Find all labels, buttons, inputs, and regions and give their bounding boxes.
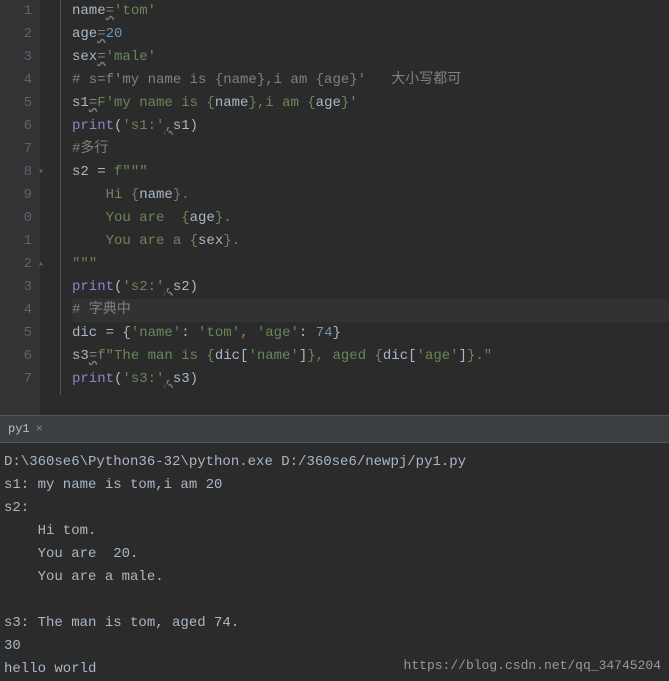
line-number: 3: [0, 46, 32, 69]
code-editor[interactable]: 12345678▾9012▴34567 name='tom'age=20sex=…: [0, 0, 669, 415]
code-line[interactable]: You are a {sex}.: [72, 230, 669, 253]
console-tab[interactable]: py1 ×: [0, 416, 51, 442]
line-number: 0: [0, 207, 32, 230]
console-output[interactable]: D:\360se6\Python36-32\python.exe D:/360s…: [0, 443, 669, 681]
line-number: 6: [0, 345, 32, 368]
line-number: 5: [0, 322, 32, 345]
console-line: Hi tom.: [4, 520, 665, 543]
watermark: https://blog.csdn.net/qq_34745204: [404, 658, 661, 673]
line-number: 7: [0, 138, 32, 161]
console-line: D:\360se6\Python36-32\python.exe D:/360s…: [4, 451, 665, 474]
console-line: You are 20.: [4, 543, 665, 566]
code-line[interactable]: print('s3:',s3): [72, 368, 669, 391]
code-line[interactable]: """: [72, 253, 669, 276]
console-line: 30: [4, 635, 665, 658]
code-line[interactable]: age=20: [72, 23, 669, 46]
code-line[interactable]: #多行: [72, 138, 669, 161]
tab-label: py1: [8, 422, 30, 436]
console-line: s2:: [4, 497, 665, 520]
code-line[interactable]: name='tom': [72, 0, 669, 23]
line-number: 4: [0, 299, 32, 322]
code-line[interactable]: s3=f"The man is {dic['name']}, aged {dic…: [72, 345, 669, 368]
line-number: 1: [0, 230, 32, 253]
code-line[interactable]: s2 = f""": [72, 161, 669, 184]
line-number: 9: [0, 184, 32, 207]
console-line: You are a male.: [4, 566, 665, 589]
line-number: 3: [0, 276, 32, 299]
line-number: 6: [0, 115, 32, 138]
code-line[interactable]: # s=f'my name is {name},i am {age}' 大小写都…: [72, 69, 669, 92]
line-number: 4: [0, 69, 32, 92]
line-number: 8▾: [0, 161, 32, 184]
line-number: 7: [0, 368, 32, 391]
line-number: 5: [0, 92, 32, 115]
console-line: [4, 589, 665, 612]
code-line[interactable]: print('s2:',s2): [72, 276, 669, 299]
code-line[interactable]: # 字典中: [72, 299, 669, 322]
line-number: 1: [0, 0, 32, 23]
line-gutter: 12345678▾9012▴34567: [0, 0, 40, 415]
code-area[interactable]: name='tom'age=20sex='male'# s=f'my name …: [40, 0, 669, 415]
code-line[interactable]: You are {age}.: [72, 207, 669, 230]
console-tab-bar: py1 ×: [0, 415, 669, 443]
code-line[interactable]: Hi {name}.: [72, 184, 669, 207]
console-line: s3: The man is tom, aged 74.: [4, 612, 665, 635]
line-number: 2: [0, 23, 32, 46]
code-line[interactable]: sex='male': [72, 46, 669, 69]
close-icon[interactable]: ×: [36, 422, 43, 436]
line-number: 2▴: [0, 253, 32, 276]
code-line[interactable]: dic = {'name': 'tom', 'age': 74}: [72, 322, 669, 345]
console-line: s1: my name is tom,i am 20: [4, 474, 665, 497]
code-line[interactable]: s1=F'my name is {name},i am {age}': [72, 92, 669, 115]
code-line[interactable]: print('s1:',s1): [72, 115, 669, 138]
